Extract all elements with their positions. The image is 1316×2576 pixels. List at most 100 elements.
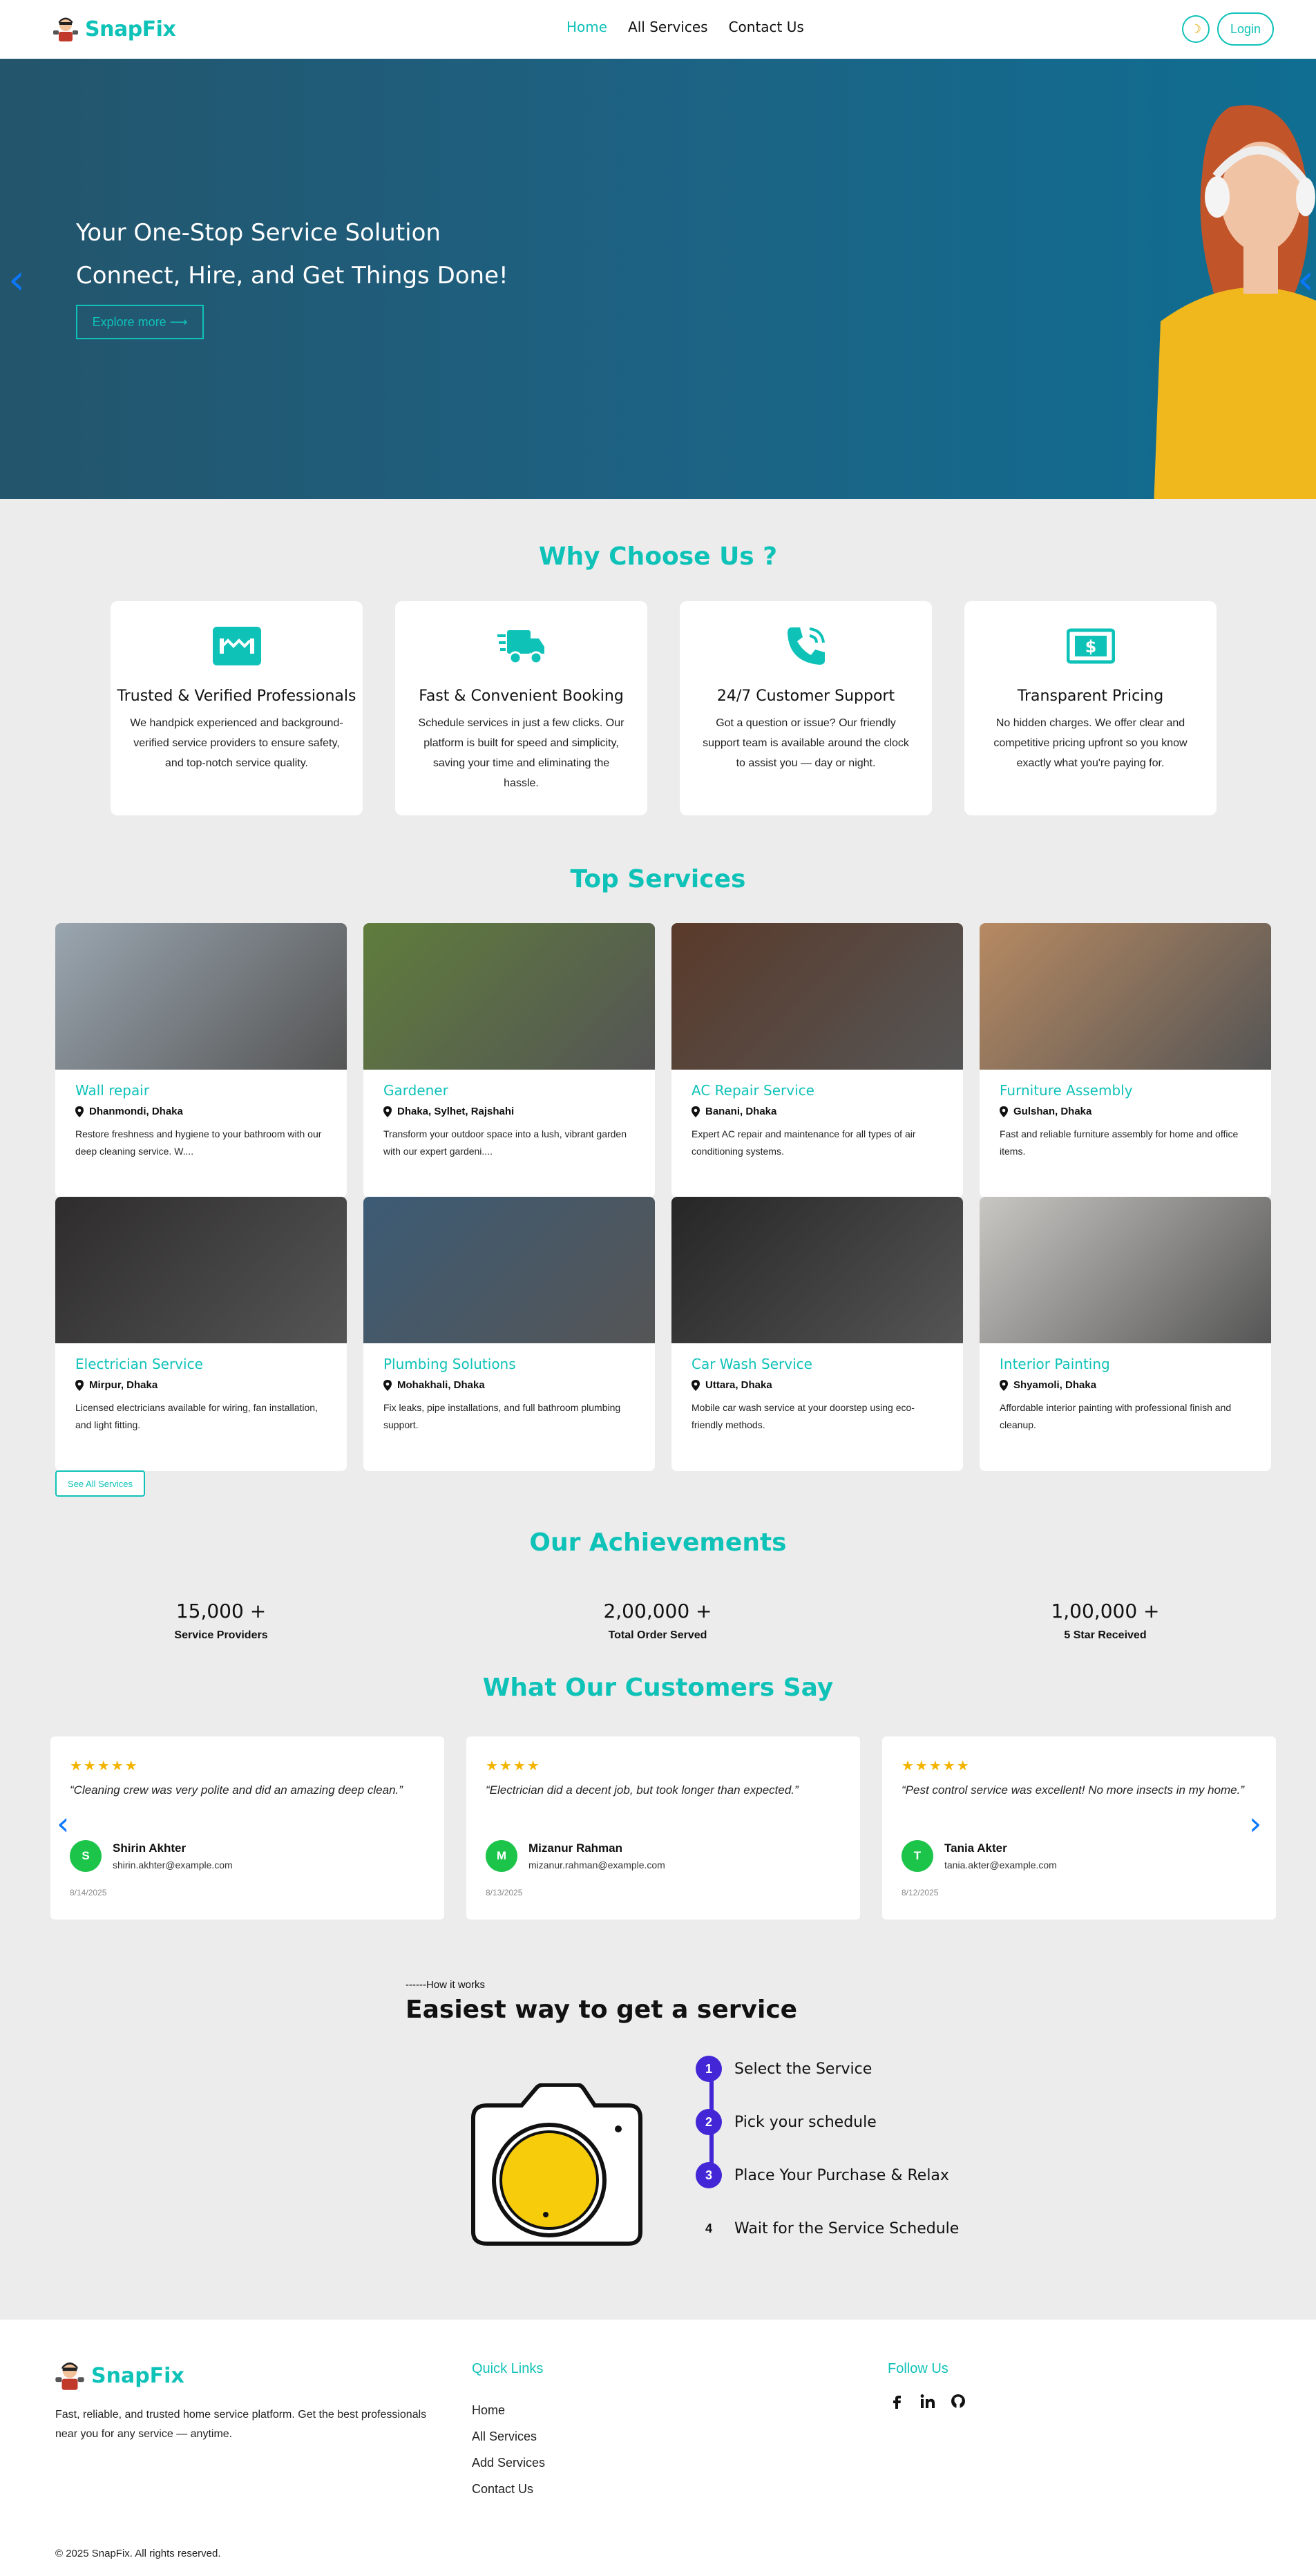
hero-next-arrow[interactable]: ‹ <box>1297 256 1314 304</box>
service-location-text: Mirpur, Dhaka <box>89 1379 158 1391</box>
reviewer-email: shirin.akhter@example.com <box>113 1859 233 1871</box>
achievement-label: Total Order Served <box>608 1629 707 1641</box>
explore-more-button[interactable]: Explore more ⟶ <box>76 305 204 339</box>
hero-line-1: Your One-Stop Service Solution <box>76 219 441 247</box>
service-title[interactable]: Gardener <box>383 1082 655 1099</box>
why-card-text: We handpick experienced and background-v… <box>130 717 343 769</box>
service-card[interactable]: Wall repair Dhanmondi, Dhaka Restore fresh… <box>55 923 347 1197</box>
step-4: 4 Wait for the Service Schedule <box>696 2215 959 2242</box>
reviewer-name: Mizanur Rahman <box>528 1841 623 1855</box>
github-icon[interactable] <box>950 2393 966 2409</box>
hero-line-2: Connect, Hire, and Get Things Done! <box>76 262 508 290</box>
service-location: Uttara, Dhaka <box>692 1379 963 1391</box>
facebook-icon[interactable] <box>889 2393 906 2409</box>
footer-description: Fast, reliable, and trusted home service… <box>55 2409 427 2440</box>
service-description: Mobile car wash service at your doorstep… <box>692 1402 915 1430</box>
achievement-value: 1,00,000 + <box>1051 1600 1160 1622</box>
nav-contact-us[interactable]: Contact Us <box>729 19 804 35</box>
service-card[interactable]: Car Wash Service Uttara, Dhaka Mobile car … <box>671 1197 963 1471</box>
reviewer-email: tania.akter@example.com <box>944 1859 1057 1871</box>
footer-link-all-services[interactable]: All Services <box>472 2423 545 2450</box>
service-image <box>671 923 963 1070</box>
logo[interactable]: SnapFix <box>52 15 176 43</box>
service-card[interactable]: Electrician Service Mirpur, Dhaka Licensed… <box>55 1197 347 1471</box>
hero-banner: Your One-Stop Service Solution Connect, … <box>0 59 1316 499</box>
service-image <box>980 1197 1271 1343</box>
hero-prev-arrow[interactable]: ‹ <box>8 256 25 304</box>
footer-brand-name: SnapFix <box>91 2363 184 2388</box>
why-card-title: Trusted & Verified Professionals <box>117 688 356 705</box>
service-title[interactable]: AC Repair Service <box>692 1082 963 1099</box>
social-links <box>889 2393 966 2409</box>
camera-illustration <box>471 2083 642 2246</box>
location-pin-icon <box>383 1106 392 1117</box>
why-card-booking: Fast & Convenient Booking Schedule servi… <box>395 601 647 815</box>
reviews-title: What Our Customers Say <box>482 1674 834 1702</box>
nav-home[interactable]: Home <box>566 19 607 35</box>
location-pin-icon <box>75 1106 84 1117</box>
review-date: 8/13/2025 <box>486 1888 523 1897</box>
rating-stars: ★★★★★ <box>902 1759 971 1774</box>
service-location-text: Dhaka, Sylhet, Rajshahi <box>397 1106 515 1117</box>
nav-all-services[interactable]: All Services <box>628 19 708 35</box>
service-location: Mohakhali, Dhaka <box>383 1379 655 1391</box>
service-title[interactable]: Electrician Service <box>75 1356 347 1372</box>
step-3: 3 Place Your Purchase & Relax <box>696 2162 949 2188</box>
service-location-text: Shyamoli, Dhaka <box>1013 1379 1097 1391</box>
why-card-text: No hidden charges. We offer clear and co… <box>993 717 1188 769</box>
service-card[interactable]: Plumbing Solutions Mohakhali, Dhaka Fix le… <box>363 1197 655 1471</box>
linkedin-icon[interactable] <box>919 2393 936 2409</box>
service-card[interactable]: AC Repair Service Banani, Dhaka Expert AC … <box>671 923 963 1197</box>
nav-links: Home All Services Contact Us <box>566 19 804 35</box>
hero-person-image <box>1154 105 1316 499</box>
reviewer-name: Shirin Akhter <box>113 1841 187 1855</box>
step-number: 3 <box>696 2162 722 2188</box>
service-image <box>363 923 655 1070</box>
step-2: 2 Pick your schedule <box>696 2109 877 2135</box>
service-location: Dhaka, Sylhet, Rajshahi <box>383 1106 655 1117</box>
service-card[interactable]: Interior Painting Shyamoli, Dhaka Affordab… <box>980 1197 1271 1471</box>
footer-link-contact-us[interactable]: Contact Us <box>472 2476 545 2502</box>
service-title[interactable]: Wall repair <box>75 1082 347 1099</box>
reviews-prev-arrow[interactable]: ‹ <box>57 1805 69 1842</box>
service-title[interactable]: Furniture Assembly <box>1000 1082 1271 1099</box>
service-image <box>671 1197 963 1343</box>
theme-toggle-button[interactable]: ☽ <box>1182 15 1210 43</box>
how-it-works-kicker: ------How it works <box>406 1979 485 1991</box>
service-image <box>55 1197 347 1343</box>
avatar: S <box>70 1840 102 1872</box>
follow-us-title: Follow Us <box>888 2361 948 2376</box>
copyright: © 2025 SnapFix. All rights reserved. <box>55 2548 221 2559</box>
service-card[interactable]: Furniture Assembly Gulshan, Dhaka Fast and… <box>980 923 1271 1197</box>
footer-link-add-services[interactable]: Add Services <box>472 2450 545 2476</box>
footer-logo[interactable]: SnapFix <box>54 2360 184 2392</box>
service-location: Dhanmondi, Dhaka <box>75 1106 347 1117</box>
step-number: 4 <box>705 2221 712 2235</box>
service-title[interactable]: Interior Painting <box>1000 1356 1271 1372</box>
service-location: Banani, Dhaka <box>692 1106 963 1117</box>
review-date: 8/14/2025 <box>70 1888 107 1897</box>
review-card: ★★★★★ “Cleaning crew was very polite and… <box>50 1736 444 1920</box>
reviewer-name: Tania Akter <box>944 1841 1007 1855</box>
service-location: Shyamoli, Dhaka <box>1000 1379 1271 1391</box>
see-all-services-button[interactable]: See All Services <box>55 1470 145 1497</box>
reviews-next-arrow[interactable]: › <box>1249 1805 1261 1842</box>
review-quote: “Pest control service was excellent! No … <box>902 1783 1245 1797</box>
moon-icon: ☽ <box>1190 21 1202 36</box>
service-description: Fast and reliable furniture assembly for… <box>1000 1128 1239 1157</box>
why-card-text: Got a question or issue? Our friendly su… <box>703 717 909 769</box>
footer-link-home[interactable]: Home <box>472 2397 545 2423</box>
brand-name: SnapFix <box>85 17 176 41</box>
money-icon: $ <box>1066 628 1115 664</box>
service-card[interactable]: Gardener Dhaka, Sylhet, Rajshahi Transform… <box>363 923 655 1197</box>
achievement-label: 5 Star Received <box>1064 1629 1147 1641</box>
phone-icon <box>787 627 825 665</box>
reviewer-email: mizanur.rahman@example.com <box>528 1859 665 1871</box>
step-label: Pick your schedule <box>734 2113 877 2131</box>
service-title[interactable]: Plumbing Solutions <box>383 1356 655 1372</box>
achievements-title: Our Achievements <box>529 1528 787 1557</box>
service-location-text: Banani, Dhaka <box>705 1106 777 1117</box>
service-image <box>55 923 347 1070</box>
login-button[interactable]: Login <box>1217 12 1274 46</box>
service-title[interactable]: Car Wash Service <box>692 1356 963 1372</box>
